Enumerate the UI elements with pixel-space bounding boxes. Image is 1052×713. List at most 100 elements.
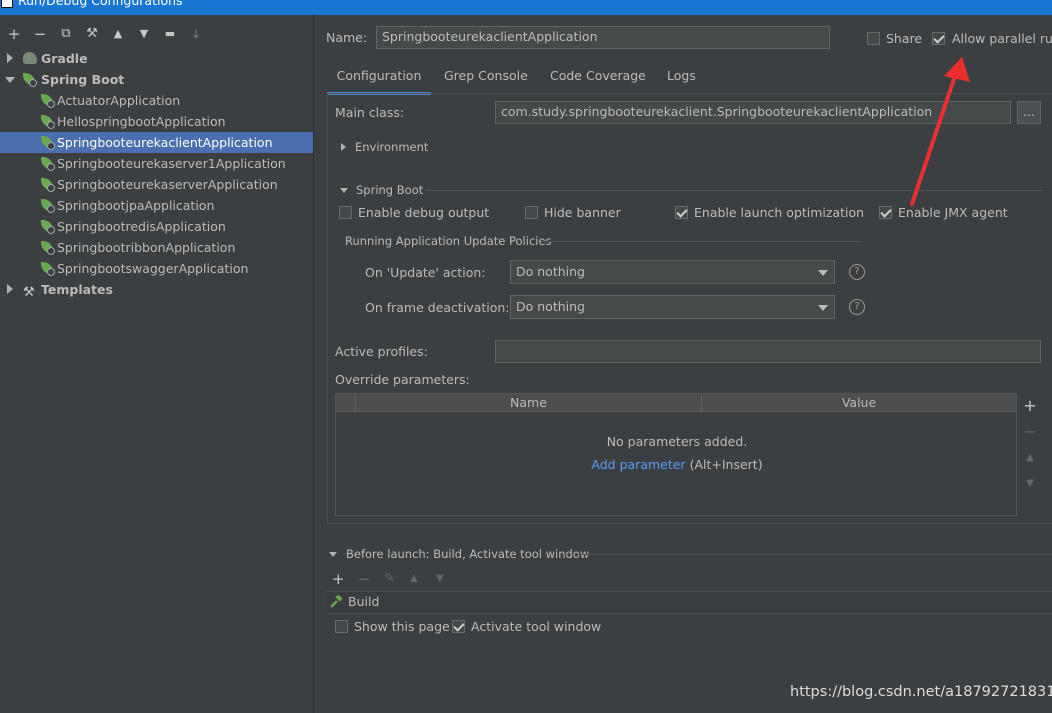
name-field[interactable]: SpringbooteurekaclientApplication: [376, 26, 830, 49]
enable-debug-checkbox[interactable]: [339, 206, 352, 219]
tree-item-label: Springbooteurekaserver1Application: [57, 156, 286, 171]
frame-deactivation-dropdown[interactable]: Do nothing: [510, 295, 835, 319]
browse-button[interactable]: ...: [1017, 101, 1041, 124]
wrench-icon[interactable]: ⚒: [83, 25, 101, 43]
tree-item-app[interactable]: HellospringbootApplication: [0, 111, 313, 132]
main-class-label: Main class:: [335, 105, 405, 120]
table-header: Name Value: [336, 394, 1016, 412]
expand-arrow-icon[interactable]: [7, 53, 13, 63]
before-launch-title: Before launch: Build, Activate tool wind…: [346, 547, 590, 561]
tree-label-gradle: Gradle: [41, 51, 88, 66]
remove-task-icon[interactable]: −: [358, 570, 371, 588]
chevron-down-icon: [818, 270, 828, 276]
sort-icon[interactable]: ↓: [187, 25, 205, 43]
spring-boot-app-icon: [41, 178, 55, 192]
remove-icon[interactable]: −: [31, 25, 49, 43]
tree-item-app[interactable]: SpringbootribbonApplication: [0, 237, 313, 258]
launch-optimization-checkbox[interactable]: [675, 206, 688, 219]
move-down-icon[interactable]: ▼: [1019, 473, 1041, 495]
spring-boot-app-icon: [41, 220, 55, 234]
move-up-icon[interactable]: ▲: [109, 25, 127, 43]
share-checkbox[interactable]: [867, 32, 880, 45]
empty-state-text: No parameters added.: [606, 434, 748, 449]
frame-deactivation-value: Do nothing: [516, 299, 585, 314]
column-header-value[interactable]: Value: [702, 395, 1016, 410]
move-task-down-icon[interactable]: ▼: [436, 573, 444, 584]
spring-boot-collapse-icon[interactable]: [340, 188, 348, 193]
update-action-label: On 'Update' action:: [365, 265, 486, 280]
move-down-icon[interactable]: ▼: [135, 25, 153, 43]
add-task-icon[interactable]: +: [332, 570, 345, 588]
spring-boot-app-icon: [41, 115, 55, 129]
tree-item-label: SpringbootswaggerApplication: [57, 261, 249, 276]
app-icon: [1, 0, 13, 8]
expand-arrow-icon[interactable]: [7, 284, 13, 294]
tree-item-label: SpringbootribbonApplication: [57, 240, 236, 255]
column-header-name[interactable]: Name: [356, 395, 701, 410]
tree-item-spring-boot[interactable]: Spring Boot: [0, 69, 313, 90]
allow-parallel-run-label: Allow parallel run: [952, 31, 1052, 46]
tree-item-label: SpringbooteurekaclientApplication: [57, 135, 273, 150]
before-launch-collapse-icon[interactable]: [329, 552, 337, 557]
update-action-dropdown[interactable]: Do nothing: [510, 260, 835, 284]
tree-item-app[interactable]: ActuatorApplication: [0, 90, 313, 111]
jmx-agent-label: Enable JMX agent: [898, 205, 1008, 220]
active-profiles-label: Active profiles:: [335, 344, 428, 359]
launch-optimization-label: Enable launch optimization: [694, 205, 865, 220]
tree-item-app[interactable]: SpringbootjpaApplication: [0, 195, 313, 216]
tree-item-app[interactable]: Springbooteurekaserver1Application: [0, 153, 313, 174]
tab-grep-console[interactable]: Grep Console: [444, 68, 528, 92]
tree-item-app[interactable]: SpringbootredisApplication: [0, 216, 313, 237]
hide-banner-checkbox[interactable]: [525, 206, 538, 219]
window-title: Run/Debug Configurations: [18, 0, 183, 8]
main-class-field[interactable]: com.study.springbooteurekaclient.Springb…: [495, 101, 1011, 124]
spring-boot-divider: [425, 190, 1042, 191]
help-icon[interactable]: ?: [849, 264, 865, 280]
environment-expand-icon[interactable]: [341, 143, 346, 151]
folder-icon[interactable]: ▬: [161, 25, 179, 43]
edit-task-icon[interactable]: ✎: [384, 571, 395, 586]
copy-icon[interactable]: ⧉: [57, 25, 75, 43]
active-profiles-field[interactable]: [495, 340, 1041, 363]
gradle-icon: [23, 52, 37, 64]
name-label: Name:: [326, 30, 368, 45]
allow-parallel-run-checkbox[interactable]: [932, 32, 945, 45]
collapse-arrow-icon[interactable]: [5, 77, 15, 83]
task-list[interactable]: Build: [327, 591, 1052, 614]
help-icon[interactable]: ?: [849, 299, 865, 315]
spring-boot-app-icon: [41, 262, 55, 276]
task-build[interactable]: Build: [348, 594, 379, 609]
parameters-table[interactable]: Name Value No parameters added. Add para…: [335, 393, 1017, 516]
tab-code-coverage[interactable]: Code Coverage: [550, 68, 646, 92]
tree-item-templates[interactable]: ⚒ Templates: [0, 279, 313, 300]
tree-item-app[interactable]: SpringbooteurekaclientApplication: [0, 132, 313, 153]
tree-item-gradle[interactable]: Gradle: [0, 48, 313, 69]
move-up-icon[interactable]: ▲: [1019, 447, 1041, 469]
spring-boot-app-icon: [41, 157, 55, 171]
tree-item-app[interactable]: SpringbooteurekaserverApplication: [0, 174, 313, 195]
add-icon[interactable]: +: [5, 25, 23, 43]
add-parameter-icon[interactable]: +: [1019, 395, 1041, 417]
jmx-agent-checkbox[interactable]: [879, 206, 892, 219]
wrench-icon: ⚒: [23, 285, 35, 300]
remove-parameter-icon[interactable]: −: [1019, 421, 1041, 443]
hammer-icon: [330, 594, 343, 608]
tree-label-templates: Templates: [41, 282, 113, 297]
config-panel-border: [327, 94, 328, 524]
tab-configuration[interactable]: Configuration: [327, 68, 431, 95]
show-page-label: Show this page: [354, 619, 450, 634]
activate-tool-window-checkbox[interactable]: [452, 620, 465, 633]
spring-boot-app-icon: [41, 136, 55, 150]
frame-deactivation-label: On frame deactivation:: [365, 300, 510, 315]
tree-item-app[interactable]: SpringbootswaggerApplication: [0, 258, 313, 279]
hide-banner-label: Hide banner: [544, 205, 621, 220]
chevron-down-icon: [818, 305, 828, 311]
tree-item-label: SpringbooteurekaserverApplication: [57, 177, 278, 192]
environment-label[interactable]: Environment: [355, 140, 428, 154]
config-panel-bottom-border: [327, 523, 1052, 524]
tab-logs[interactable]: Logs: [667, 68, 696, 92]
share-label: Share: [886, 31, 923, 46]
show-page-checkbox[interactable]: [335, 620, 348, 633]
move-task-up-icon[interactable]: ▲: [410, 573, 418, 584]
add-parameter-link[interactable]: Add parameter: [591, 457, 685, 472]
